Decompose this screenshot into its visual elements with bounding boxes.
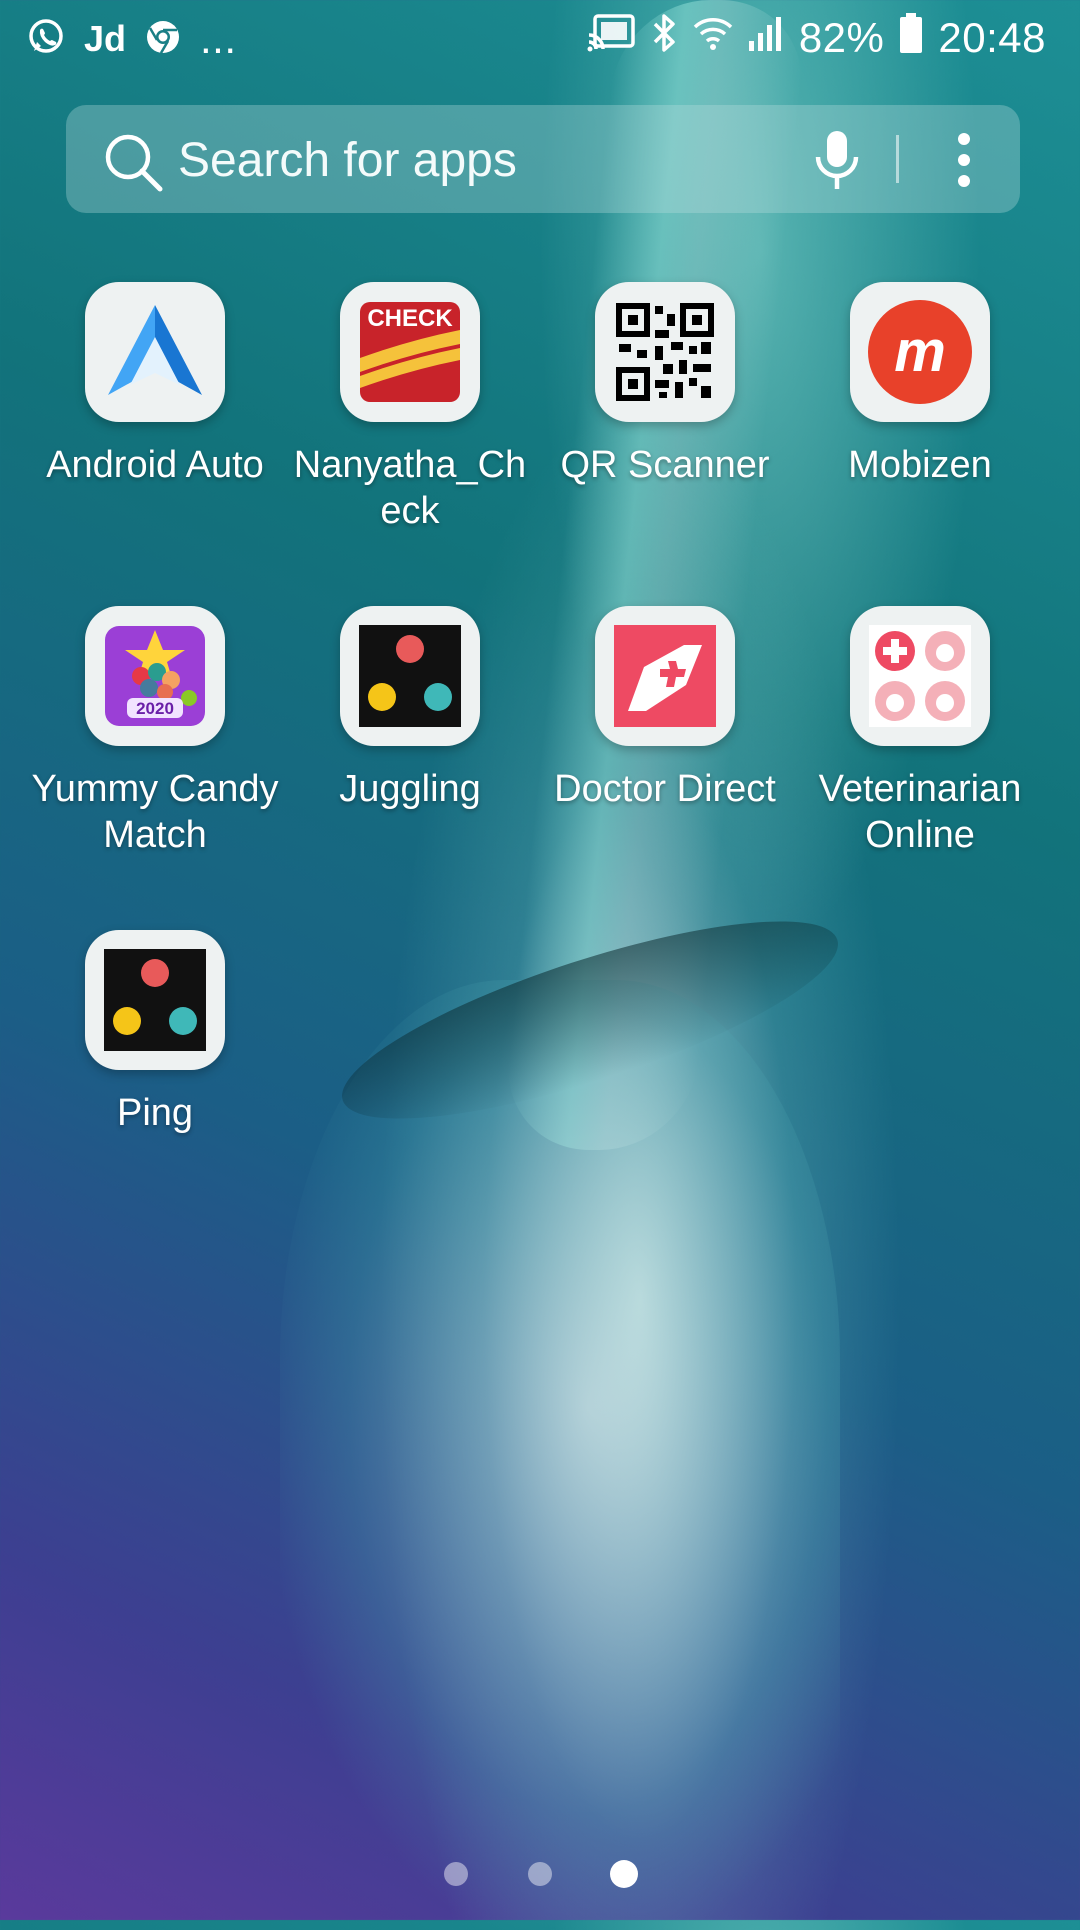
chrome-icon	[144, 18, 182, 61]
mobizen-icon-text: m	[894, 319, 946, 384]
app-mobizen[interactable]: m Mobizen	[793, 282, 1047, 488]
app-ping[interactable]: Ping	[28, 930, 282, 1136]
qr-code-icon[interactable]	[595, 282, 735, 422]
search-divider	[896, 135, 899, 183]
app-veterinarian-online[interactable]: Veterinarian Online	[793, 606, 1047, 858]
app-label: Nanyatha_Ch eck	[293, 444, 527, 532]
doctor-direct-icon[interactable]	[595, 606, 735, 746]
mic-icon[interactable]	[812, 129, 862, 198]
app-label: QR Scanner	[560, 444, 770, 486]
app-android-auto[interactable]: Android Auto	[28, 282, 282, 488]
candy-icon[interactable]: 2020	[85, 606, 225, 746]
page-dot-2[interactable]	[528, 1862, 552, 1886]
app-juggling[interactable]: Juggling	[283, 606, 537, 812]
app-doctor-direct[interactable]: Doctor Direct	[538, 606, 792, 812]
search-icon	[102, 131, 164, 198]
app-label: Veterinarian Online	[818, 768, 1022, 856]
more-vert-icon[interactable]	[944, 131, 984, 196]
battery-percent: 82%	[798, 14, 885, 61]
search-placeholder[interactable]: Search for apps	[178, 133, 517, 188]
app-label: Doctor Direct	[554, 768, 776, 810]
clock: 20:48	[938, 14, 1046, 61]
check-icon[interactable]: CHECK	[340, 282, 480, 422]
wifi-icon	[693, 13, 733, 63]
wallpaper-splash	[280, 980, 840, 1930]
signal-icon	[747, 13, 785, 63]
system-icons: 82% 20:48	[587, 10, 1046, 66]
android-auto-icon[interactable]	[85, 282, 225, 422]
app-label: Juggling	[339, 768, 481, 810]
battery-icon	[898, 12, 924, 64]
cast-icon	[587, 13, 637, 63]
candy-icon-text: 2020	[136, 699, 174, 718]
app-search-bar[interactable]: Search for apps	[66, 105, 1020, 213]
app-nanyatha-check[interactable]: CHECK Nanyatha_Ch eck	[283, 282, 537, 534]
more-notifications-icon: ...	[200, 15, 237, 62]
page-dot-1[interactable]	[444, 1862, 468, 1886]
app-label: Yummy Candy Match	[31, 768, 279, 856]
app-label: Mobizen	[848, 444, 992, 486]
juggling-balls-icon[interactable]	[85, 930, 225, 1070]
check-icon-text: CHECK	[367, 305, 453, 332]
page-indicator	[440, 1860, 640, 1890]
app-label: Android Auto	[46, 444, 264, 486]
app-yummy-candy-match[interactable]: 2020 Yummy Candy Match	[28, 606, 282, 858]
notification-icons: Jd ...	[26, 15, 237, 62]
juggling-balls-icon[interactable]	[340, 606, 480, 746]
veterinarian-icon[interactable]	[850, 606, 990, 746]
page-dot-3-active[interactable]	[610, 1860, 638, 1888]
mobizen-icon[interactable]: m	[850, 282, 990, 422]
app-label: Ping	[116, 1092, 194, 1134]
app-qr-scanner[interactable]: QR Scanner	[538, 282, 792, 488]
jd-icon: Jd	[84, 18, 127, 59]
whatsapp-icon	[26, 17, 66, 62]
bluetooth-icon	[651, 12, 679, 64]
status-bar: Jd ... 82% 20:48	[0, 0, 1080, 78]
